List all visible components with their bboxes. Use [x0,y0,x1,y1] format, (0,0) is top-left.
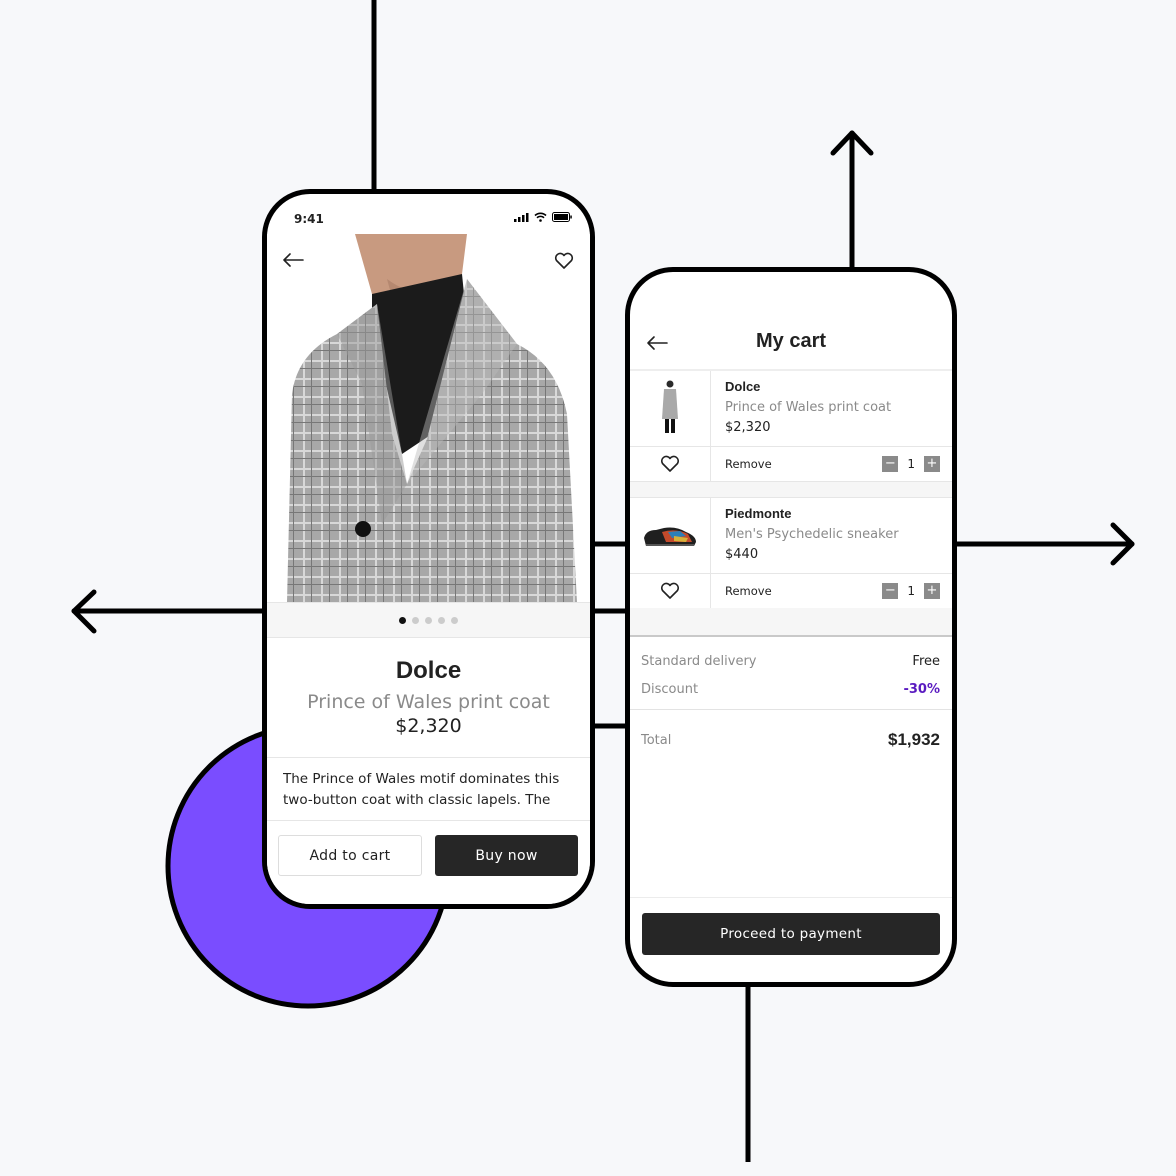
summary-divider [630,608,952,637]
coat-thumbnail-image [662,380,678,433]
page-title: My cart [755,330,827,352]
carousel-dot[interactable] [412,616,419,624]
decrease-quantity-button[interactable]: − [882,456,899,472]
increase-quantity-button[interactable]: + [924,456,940,472]
favorite-button[interactable] [630,574,711,608]
item-name: Prince of Wales print coat [725,400,892,415]
product-info: Dolce Prince of Wales print coat $2,320 [267,637,590,758]
delivery-label: Standard delivery [641,654,757,669]
image-carousel-indicator [267,602,590,638]
footer-divider [630,897,952,898]
item-name: Men's Psychedelic sneaker [725,527,899,542]
discount-row: Discount -30% [641,682,940,697]
total-label: Total [641,732,672,748]
item-price: $440 [725,547,759,562]
item-brand: Dolce [725,379,761,394]
coat-model-image [287,234,577,602]
delivery-value: Free [912,654,940,669]
wifi-icon [534,212,547,222]
product-actions: Add to cart Buy now [267,820,590,904]
product-price: $2,320 [395,715,462,737]
heart-icon [554,252,574,269]
carousel-dot[interactable] [438,616,445,624]
favorite-button[interactable] [630,447,711,481]
carousel-dot[interactable] [451,616,458,624]
connector-bridge [592,541,628,729]
battery-icon [552,212,572,222]
quantity-stepper: − 1 + [882,583,940,599]
arrow-up-icon [830,130,874,273]
delivery-row: Standard delivery Free [641,654,940,669]
favorite-button[interactable] [554,252,574,274]
quantity-stepper: − 1 + [882,456,940,472]
back-button[interactable] [281,252,305,272]
discount-value: -30% [903,682,940,697]
item-price: $2,320 [725,420,771,435]
quantity-value: 1 [907,584,915,598]
add-to-cart-button[interactable]: Add to cart [278,835,422,876]
divider [630,709,952,710]
item-divider [630,482,952,497]
decrease-quantity-button[interactable]: − [882,583,899,599]
cart-item: Dolce Prince of Wales print coat $2,320 … [630,371,952,482]
product-detail-phone: 9:41 Dolce Prince of Wales print coat $2… [262,189,595,909]
product-description: The Prince of Wales motif dominates this… [283,771,560,808]
increase-quantity-button[interactable]: + [924,583,940,599]
quantity-value: 1 [907,457,915,471]
product-brand: Dolce [395,657,462,684]
arrow-left-icon [283,253,304,267]
heart-icon [660,582,680,599]
item-thumbnail [630,371,711,446]
status-bar: 9:41 [267,194,590,238]
product-name: Prince of Wales print coat [307,691,550,713]
discount-label: Discount [641,682,699,697]
product-image [267,234,590,602]
signal-icon [514,212,529,222]
carousel-dot[interactable] [425,616,432,624]
item-brand: Piedmonte [725,506,792,521]
sneaker-thumbnail-image [644,527,696,546]
proceed-to-payment-button[interactable]: Proceed to payment [642,913,940,955]
cart-header: My cart [630,272,952,371]
buy-now-button[interactable]: Buy now [435,835,578,876]
arrow-left-icon [71,589,267,634]
item-thumbnail [630,498,711,573]
cart-phone: My cart Dolce Prince of Wales print coat… [625,267,957,987]
carousel-dot-active[interactable] [399,616,406,624]
total-value: $1,932 [888,730,940,749]
total-row: Total $1,932 [641,730,940,750]
remove-button[interactable]: Remove [725,584,772,598]
status-time: 9:41 [294,212,324,226]
cart-item: Piedmonte Men's Psychedelic sneaker $440… [630,497,952,609]
arrow-right-icon [952,522,1135,566]
heart-icon [660,455,680,472]
remove-button[interactable]: Remove [725,457,772,471]
